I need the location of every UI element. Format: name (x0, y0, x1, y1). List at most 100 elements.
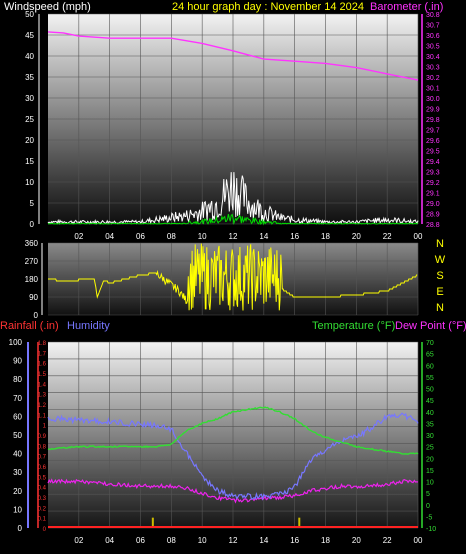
rain-rate-tick-label: 1.4 (38, 382, 47, 388)
barometer-tick-label: 29.4 (426, 159, 440, 166)
time-tick-label: 08 (167, 232, 176, 241)
humidity-tick-label: 70 (13, 394, 22, 403)
barometer-tick-label: 29.8 (426, 117, 440, 124)
temperature-tick-label: 25 (426, 445, 434, 452)
barometer-tick-label: 30.3 (426, 65, 440, 72)
compass-label: N (436, 302, 444, 314)
temperature-tick-label: 45 (426, 398, 434, 405)
rain-rate-tick-label: 0.7 (38, 455, 47, 461)
barometer-tick-label: 30.1 (426, 86, 440, 93)
rain-rate-tick-label: 1 (43, 424, 47, 430)
barometer-tick-label: 30.6 (426, 33, 440, 40)
temperature-tick-label: 35 (426, 421, 434, 428)
barometer-tick-label: 28.8 (426, 222, 440, 229)
barometer-tick-label: 29.2 (426, 180, 440, 187)
time-tick-labels: 02 04 06 08 10 12 14 16 18 20 22 00 (74, 232, 423, 241)
rain-rate-tick-label: 0 (43, 527, 47, 533)
time-tick-label: 20 (352, 232, 361, 241)
compass-label: E (436, 286, 443, 298)
compass-label: N (436, 238, 444, 250)
humidity-tick-label: 60 (13, 412, 22, 421)
barometer-tick-label: 29.7 (426, 128, 440, 135)
time-tick-label: 20 (352, 536, 361, 545)
weather-graph: Windspeed (mph) 24 hour graph day : Nove… (0, 1, 466, 545)
barometer-tick-label: 29.3 (426, 170, 440, 177)
rain-rate-tick-label: 1.5 (38, 372, 47, 378)
humidity-tick-label: 90 (13, 357, 22, 366)
time-tick-label: 12 (229, 536, 238, 545)
rain-rate-tick-label: 0.5 (38, 475, 47, 481)
temperature-tick-label: 55 (426, 375, 434, 382)
time-tick-label: 16 (290, 232, 299, 241)
time-tick-label: 00 (414, 536, 423, 545)
barometer-tick-label: 29.1 (426, 191, 440, 198)
barometer-tick-labels: 28.8 28.9 29.0 29.1 29.2 29.3 29.4 29.5 29.6 29.7… (426, 12, 440, 229)
windspeed-tick-label: 10 (25, 178, 34, 187)
rain-rate-tick-label: 1.3 (38, 393, 47, 399)
time-tick-label: 06 (136, 536, 145, 545)
temperature-tick-label: -10 (426, 526, 436, 533)
rain-rate-tick-label: 0.4 (38, 486, 47, 492)
rain-rate-tick-label: 1.6 (38, 362, 47, 368)
time-tick-label: 14 (259, 536, 268, 545)
humidity-tick-label: 0 (18, 524, 23, 533)
wind-direction-tick-label: 90 (29, 293, 38, 302)
windspeed-tick-label: 20 (25, 136, 34, 145)
time-tick-label: 00 (414, 232, 423, 241)
temperature-tick-label: 60 (426, 363, 434, 370)
time-tick-label: 02 (74, 536, 83, 545)
humidity-tick-label: 100 (9, 338, 23, 347)
time-tick-label: 06 (136, 232, 145, 241)
time-tick-label: 18 (321, 232, 330, 241)
time-tick-label: 04 (105, 536, 114, 545)
barometer-tick-label: 30.8 (426, 12, 440, 19)
barometer-tick-label: 30.5 (426, 44, 440, 51)
dewpoint-axis-title: Dew Point (°F) (395, 320, 466, 332)
humidity-tick-label: 30 (13, 468, 22, 477)
barometer-tick-label: 29.6 (426, 138, 440, 145)
windspeed-tick-label: 35 (25, 73, 34, 82)
temperature-tick-label: -5 (426, 514, 432, 521)
compass-direction-labels: NWSEN (435, 238, 446, 314)
temperature-tick-label: 50 (426, 387, 434, 394)
humidity-tick-label: 20 (13, 487, 22, 496)
temperature-tick-label: 40 (426, 410, 434, 417)
temperature-tick-label: 30 (426, 433, 434, 440)
windspeed-tick-label: 0 (30, 220, 35, 229)
rain-rate-tick-label: 0.3 (38, 496, 47, 502)
graph-title: 24 hour graph day : November 14 2024 (172, 1, 364, 13)
rain-rate-tick-label: 0.1 (38, 517, 47, 523)
rain-rate-tick-label: 0.9 (38, 434, 47, 440)
windspeed-tick-label: 50 (25, 10, 34, 19)
rain-rate-tick-label: 0.2 (38, 506, 47, 512)
wind-direction-tick-label: 360 (25, 239, 39, 248)
wind-direction-tick-labels: 0 90 180 270 360 (25, 239, 39, 320)
rain-rate-tick-label: 1.8 (38, 341, 47, 347)
humidity-tick-label: 10 (13, 505, 22, 514)
time-tick-label: 12 (229, 232, 238, 241)
rain-rate-tick-label: 0.6 (38, 465, 47, 471)
temperature-tick-label: 20 (426, 456, 434, 463)
windspeed-tick-label: 5 (30, 199, 35, 208)
wind-axis-title: Windspeed (mph) (4, 1, 91, 13)
rain-rate-tick-labels: 0 0.1 0.2 0.3 0.4 0.5 0.6 0.7 0.8 0.9 1 1.1 1.2 1.3 1.… (38, 341, 47, 533)
barometer-tick-label: 29.0 (426, 201, 440, 208)
temperature-tick-label: 5 (426, 491, 430, 498)
time-tick-labels-lower: 02 04 06 08 10 12 14 16 18 20 22 00 (74, 536, 423, 545)
rain-rate-tick-label: 1.7 (38, 351, 47, 357)
rain-rate-tick-label: 1.2 (38, 403, 47, 409)
time-tick-label: 08 (167, 536, 176, 545)
rain-rate-tick-label: 0.8 (38, 444, 47, 450)
temperature-tick-label: 15 (426, 468, 434, 475)
windspeed-tick-label: 30 (25, 94, 34, 103)
humidity-tick-labels: 0 10 20 30 40 50 60 70 80 90 100 (9, 338, 23, 533)
time-tick-label: 22 (383, 536, 392, 545)
time-tick-label: 14 (259, 232, 268, 241)
rain-rate-tick-label: 1.1 (38, 413, 47, 419)
temperature-tick-labels: -10 -5 0 5 10 15 20 25 30 35 40 45 50 55 60 65 70 (426, 340, 436, 533)
barometer-tick-label: 30.7 (426, 23, 440, 30)
temperature-tick-label: 0 (426, 503, 430, 510)
time-tick-label: 10 (198, 536, 207, 545)
wind-direction-tick-label: 180 (25, 275, 39, 284)
humidity-tick-label: 50 (13, 431, 22, 440)
